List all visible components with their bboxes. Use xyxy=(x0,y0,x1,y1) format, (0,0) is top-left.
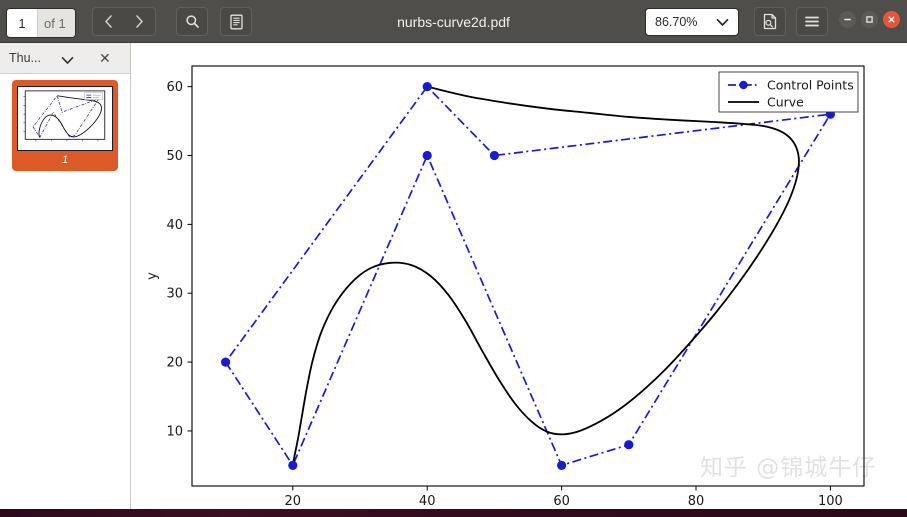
control-point-marker[interactable] xyxy=(624,440,634,450)
zoom-level-value: 86.70% xyxy=(655,15,698,29)
chevron-left-icon xyxy=(105,15,112,28)
control-point-marker[interactable] xyxy=(422,82,432,92)
close-button[interactable] xyxy=(883,11,900,28)
chevron-right-icon xyxy=(136,15,143,28)
current-page-input[interactable]: 1 xyxy=(7,9,37,37)
svg-text:20: 20 xyxy=(166,356,183,371)
window-controls xyxy=(839,11,900,28)
search-icon xyxy=(185,15,199,28)
previous-page-button[interactable] xyxy=(93,8,124,35)
svg-text:10: 10 xyxy=(166,424,183,439)
thumbnail-page-number: 1 xyxy=(61,154,69,166)
svg-text:80: 80 xyxy=(688,494,705,509)
control-point-marker[interactable] xyxy=(422,150,432,161)
chart-legend: Control Points Curve xyxy=(718,71,859,113)
svg-text:40: 40 xyxy=(419,494,436,509)
svg-text:40: 40 xyxy=(166,218,183,233)
pdf-page: 知乎 @锦城牛仔20406080100102030405060xyControl… xyxy=(140,50,907,517)
thumbnail-sidebar: Thu... ✕ 1 xyxy=(0,43,131,517)
thumbnail-item[interactable]: 1 xyxy=(12,80,118,171)
sidebar-panel-label: Thu... xyxy=(9,51,41,65)
page-step-buttons xyxy=(92,7,156,36)
thumbnail-preview xyxy=(17,86,113,151)
page-navigator[interactable]: 1 of 1 xyxy=(6,8,76,38)
y-axis-label: y xyxy=(145,272,160,280)
maximize-icon xyxy=(866,16,873,23)
control-point-marker[interactable] xyxy=(489,150,499,161)
hamburger-menu-icon xyxy=(805,16,819,27)
document-viewport[interactable]: 知乎 @锦城牛仔20406080100102030405060xyControl… xyxy=(131,43,907,517)
titlebar: 1 of 1 nurbs-curve2d.pdf 86.70% xyxy=(0,0,907,43)
svg-text:100: 100 xyxy=(818,494,843,509)
legend-label-control-points: Control Points xyxy=(767,78,854,93)
control-point-marker[interactable] xyxy=(557,460,567,470)
pdf-viewer-window: 1 of 1 nurbs-curve2d.pdf 86.70% Thu... ✕… xyxy=(0,0,907,517)
sidebar-header: Thu... ✕ xyxy=(0,43,130,74)
next-page-button[interactable] xyxy=(124,8,155,35)
main-menu-button[interactable] xyxy=(796,7,828,36)
chevron-down-icon xyxy=(61,56,74,64)
svg-text:知乎 @锦城牛仔: 知乎 @锦城牛仔 xyxy=(700,455,876,481)
fit-page-icon xyxy=(763,13,777,30)
control-point-marker[interactable] xyxy=(221,357,231,367)
svg-text:60: 60 xyxy=(166,80,183,95)
sidebar-close-button[interactable]: ✕ xyxy=(99,49,111,67)
svg-text:20: 20 xyxy=(285,494,302,509)
zoom-select[interactable]: 86.70% xyxy=(645,8,739,36)
sidebar-panel-dropdown[interactable] xyxy=(61,52,74,70)
legend-label-curve: Curve xyxy=(767,95,804,110)
chevron-down-icon xyxy=(716,18,729,26)
svg-text:30: 30 xyxy=(166,287,183,302)
control-point-marker[interactable] xyxy=(288,460,298,470)
watermark: 知乎 @锦城牛仔 xyxy=(700,455,876,481)
total-pages-label: of 1 xyxy=(37,9,75,37)
search-button[interactable] xyxy=(176,7,208,36)
fit-page-button[interactable] xyxy=(754,7,786,36)
desktop-bottom-strip xyxy=(0,509,907,517)
sidebar-toggle-button[interactable] xyxy=(220,7,252,36)
maximize-button[interactable] xyxy=(861,11,878,28)
minimize-button[interactable] xyxy=(839,11,856,28)
nurbs-curve-plot: 知乎 @锦城牛仔20406080100102030405060xyControl… xyxy=(140,50,907,517)
close-icon xyxy=(888,16,895,23)
zoom-dropdown-arrow[interactable] xyxy=(716,18,738,27)
minimize-icon xyxy=(844,18,851,21)
svg-text:60: 60 xyxy=(553,494,570,509)
document-outline-icon xyxy=(229,14,243,29)
svg-text:50: 50 xyxy=(166,149,183,164)
